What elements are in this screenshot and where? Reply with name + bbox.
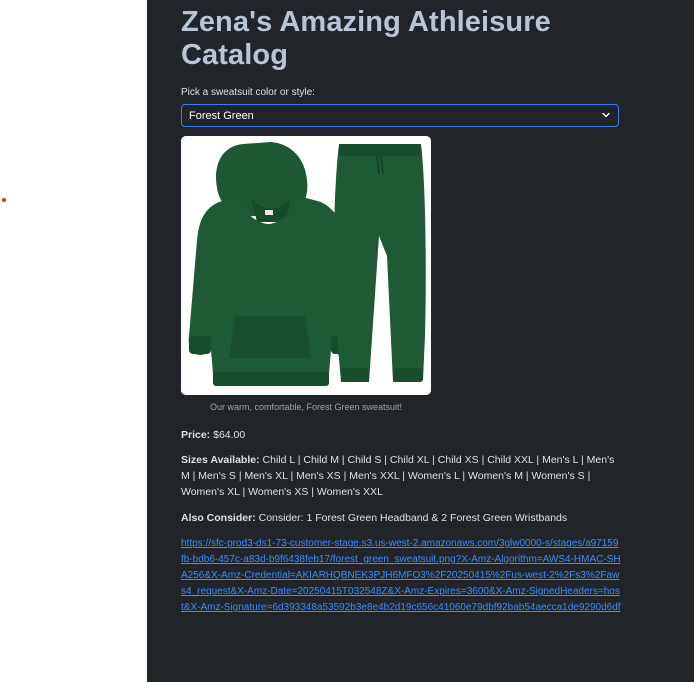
page-title: Zena's Amazing Athleisure Catalog bbox=[181, 6, 551, 71]
image-url-link[interactable]: https://sfc-prod3-ds1-73-customer-stage.… bbox=[181, 536, 621, 616]
price-label: Price: bbox=[181, 429, 211, 441]
selected-option: Forest Green bbox=[189, 110, 254, 122]
chevron-down-icon bbox=[602, 112, 610, 118]
consider-label: Also Consider: bbox=[181, 512, 256, 524]
select-label: Pick a sweatsuit color or style: bbox=[181, 87, 315, 98]
app-panel: Zena's Amazing Athleisure Catalog Pick a… bbox=[147, 0, 694, 682]
sizes-label: Sizes Available: bbox=[181, 454, 260, 466]
sizes-row: Sizes Available: Child L | Child M | Chi… bbox=[181, 452, 621, 500]
image-caption: Our warm, comfortable, Forest Green swea… bbox=[209, 402, 403, 412]
price-row: Price: $64.00 bbox=[181, 427, 621, 443]
also-consider-row: Also Consider: Consider: 1 Forest Green … bbox=[181, 510, 621, 526]
catalog-content: Zena's Amazing Athleisure Catalog Pick a… bbox=[181, 0, 621, 616]
product-image bbox=[181, 136, 431, 395]
red-dot-marker bbox=[2, 198, 6, 202]
color-style-select[interactable]: Forest Green bbox=[181, 104, 619, 127]
consider-value: Consider: 1 Forest Green Headband & 2 Fo… bbox=[258, 512, 568, 524]
left-blank-pane bbox=[0, 0, 147, 682]
price-value: $64.00 bbox=[213, 429, 246, 441]
sweatsuit-image bbox=[181, 136, 431, 395]
